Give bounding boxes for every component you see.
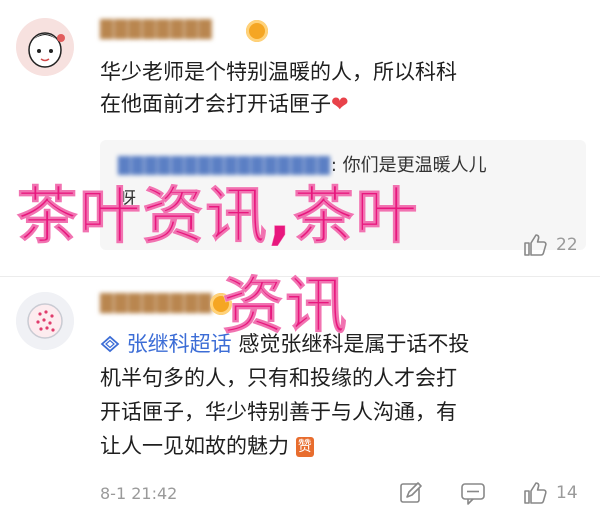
chain-link-icon: [100, 335, 120, 353]
like-icon: [524, 234, 547, 256]
comment-text-line: 开话匣子，华少特别善于与人沟通，有: [100, 400, 457, 424]
like-count: 22: [556, 235, 578, 255]
comment-text: 张继科超话 感觉张继科是属于话不投 机半句多的人，只有和投缘的人才会打 开话匣子…: [100, 328, 590, 462]
username[interactable]: ████████: [100, 20, 213, 40]
comment-text-line: 华少老师是个特别温暖的人，所以科科: [100, 60, 457, 84]
avatar[interactable]: [16, 292, 74, 350]
super-topic-link[interactable]: 张继科超话: [127, 332, 232, 356]
avatar[interactable]: [16, 18, 74, 76]
comment-text-fragment: 在他面前才会打开话匣子: [100, 92, 331, 116]
watermark-line1: 茶叶资讯,茶叶: [16, 179, 419, 252]
comment-text: 华少老师是个特别温暖的人，所以科科 在他面前才会打开话匣子❤: [100, 56, 457, 120]
watermark-line2: 资讯: [221, 269, 349, 342]
quoted-text: : 你们是更温暖人儿: [330, 155, 487, 176]
comment-text-fragment: 让人一见如故的魅力: [100, 434, 289, 458]
quoted-username[interactable]: ████████████████: [118, 156, 331, 175]
heart-icon: ❤: [331, 92, 349, 116]
like-icon: [524, 482, 547, 504]
edit-icon[interactable]: [398, 480, 424, 506]
comment-text-line: 机半句多的人，只有和投缘的人才会打: [100, 366, 457, 390]
username[interactable]: ████████: [100, 294, 213, 314]
comment-icon[interactable]: [460, 480, 486, 506]
zan-emoji-icon: 赞: [295, 437, 314, 457]
comment-text-line: 在他面前才会打开话匣子❤: [100, 88, 457, 120]
like-button[interactable]: 14: [522, 480, 578, 506]
verified-badge-icon: [246, 20, 268, 42]
like-button[interactable]: 22: [522, 232, 578, 258]
comment-text-line: 让人一见如故的魅力 赞: [100, 430, 590, 462]
timestamp: 8-1 21:42: [100, 484, 178, 503]
like-count: 14: [556, 483, 578, 503]
